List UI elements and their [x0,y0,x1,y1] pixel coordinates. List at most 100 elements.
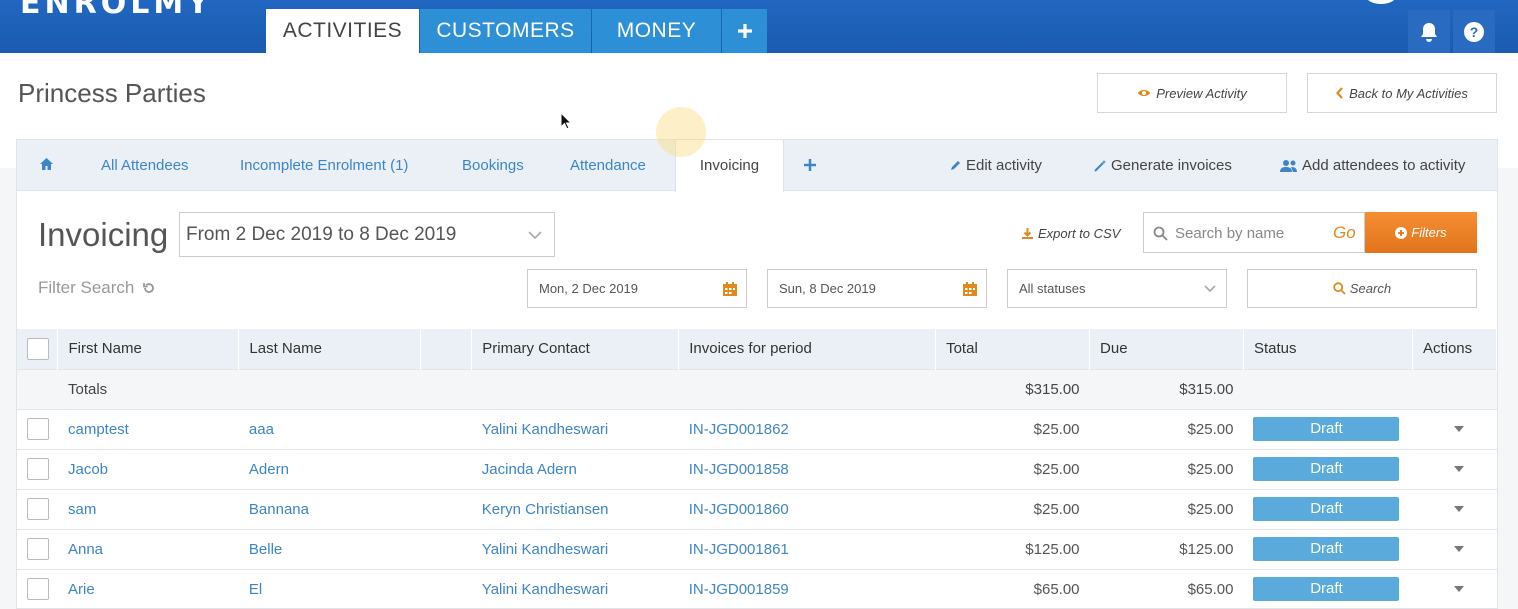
first-name-link[interactable]: Arie [57,568,239,609]
preview-activity-button[interactable]: Preview Activity [1097,73,1287,113]
enrolmy-logo[interactable]: ENROLMY [20,0,213,21]
invoice-link[interactable]: IN-JGD001861 [678,528,936,569]
filters-label: Filters [1411,225,1447,240]
row-actions-dropdown[interactable] [1412,568,1497,609]
calendar-icon [963,282,977,296]
go-button[interactable]: Go [1333,223,1356,243]
invoice-link[interactable]: IN-JGD001859 [678,568,936,609]
chevron-left-icon [1336,87,1343,99]
filter-search-label: Filter Search [38,278,135,297]
primary-contact-link[interactable]: Yalini Kandheswari [471,568,679,609]
status-badge: Draft [1253,417,1400,441]
column-header-actions: Actions [1412,329,1498,369]
primary-contact-link[interactable]: Yalini Kandheswari [471,528,679,569]
reset-icon[interactable] [142,281,156,295]
primary-contact-link[interactable]: Yalini Kandheswari [471,408,679,449]
status-badge: Draft [1253,457,1400,481]
select-all-checkbox[interactable] [27,337,49,360]
tab-home[interactable] [39,140,54,191]
column-header-status[interactable]: Status [1243,329,1413,369]
plus-icon [737,24,752,38]
first-name-link[interactable]: Jacob [57,448,239,489]
tab-all-attendees[interactable]: All Attendees [101,140,189,191]
users-icon [1280,159,1297,172]
column-header-invoices[interactable]: Invoices for period [678,329,937,369]
date-range-select[interactable]: From 2 Dec 2019 to 8 Dec 2019 [179,212,555,257]
notifications-button[interactable] [1408,10,1450,54]
column-header-due[interactable]: Due [1089,329,1244,369]
nav-tab-money[interactable]: MONEY [592,9,721,53]
search-icon [1153,226,1168,241]
plus-icon [804,159,816,171]
row-total: $65.00 [935,568,1090,609]
back-to-activities-button[interactable]: Back to My Activities [1307,73,1497,113]
chevron-down-icon [1454,586,1465,593]
row-checkbox[interactable] [27,538,49,560]
chevron-down-icon [1454,546,1465,552]
row-actions-dropdown[interactable] [1412,488,1497,529]
row-checkbox[interactable] [27,418,49,440]
tab-add-button[interactable] [803,140,817,191]
row-checkbox[interactable] [27,458,49,480]
totals-label: Totals [57,368,239,409]
user-avatar[interactable] [1366,0,1396,4]
edit-activity-label: Edit activity [966,156,1042,174]
add-attendees-link[interactable]: Add attendees to activity [1280,140,1465,191]
last-name-link[interactable]: aaa [238,408,421,449]
help-button[interactable]: ? [1453,10,1495,54]
filters-button[interactable]: Filters [1365,212,1477,253]
name-search-input[interactable]: Search by name Go [1143,212,1365,253]
last-name-link[interactable]: Bannana [238,488,421,529]
row-due: $125.00 [1089,528,1244,569]
mouse-cursor-icon [560,112,572,130]
last-name-link[interactable]: El [238,568,421,609]
generate-invoices-link[interactable]: Generate invoices [1093,140,1232,191]
row-actions-dropdown[interactable] [1412,408,1497,449]
edit-activity-link[interactable]: Edit activity [949,140,1042,191]
activity-panel: All Attendees Incomplete Enrolment (1) B… [16,139,1498,609]
start-date-input[interactable]: Mon, 2 Dec 2019 [527,269,747,308]
home-icon [40,158,53,170]
column-header-primary-contact[interactable]: Primary Contact [471,329,680,369]
filter-search-row: Filter Search [38,278,156,298]
nav-tab-activities[interactable]: ACTIVITIES [266,9,419,53]
row-checkbox[interactable] [27,578,49,601]
tab-attendance[interactable]: Attendance [570,140,646,191]
primary-contact-link[interactable]: Keryn Christiansen [471,488,679,529]
last-name-link[interactable]: Adern [238,448,421,489]
table-row: Jacob Adern Jacinda Adern IN-JGD001858 $… [17,448,1497,489]
search-icon [1333,282,1346,295]
tab-bookings[interactable]: Bookings [462,140,524,191]
magic-wand-icon [1094,159,1106,172]
search-button[interactable]: Search [1247,269,1477,308]
status-filter-select[interactable]: All statuses [1007,269,1227,308]
invoice-link[interactable]: IN-JGD001860 [678,488,936,529]
help-icon: ? [1464,22,1484,42]
invoicing-title: Invoicing [38,216,169,253]
row-actions-dropdown[interactable] [1412,448,1497,489]
row-due: $25.00 [1089,408,1244,449]
invoice-link[interactable]: IN-JGD001858 [678,448,936,489]
first-name-link[interactable]: camptest [57,408,239,449]
nav-add-button[interactable] [722,9,767,53]
tab-incomplete-enrolment[interactable]: Incomplete Enrolment (1) [240,140,408,191]
first-name-link[interactable]: Anna [57,528,239,569]
column-header-first-name[interactable]: First Name [57,329,240,369]
row-actions-dropdown[interactable] [1412,528,1497,569]
row-checkbox[interactable] [27,498,49,520]
row-total: $25.00 [935,488,1090,529]
status-badge: Draft [1253,497,1400,521]
end-date-input[interactable]: Sun, 8 Dec 2019 [767,269,987,308]
first-name-link[interactable]: sam [57,488,239,529]
invoices-table: First Name Last Name Primary Contact Inv… [17,329,1498,609]
primary-contact-link[interactable]: Jacinda Adern [471,448,679,489]
status-filter-value: All statuses [1019,281,1086,296]
column-header-total[interactable]: Total [935,329,1091,369]
row-due: $25.00 [1089,448,1244,489]
export-csv-link[interactable]: Export to CSV [1021,226,1120,241]
invoice-link[interactable]: IN-JGD001862 [678,408,936,449]
last-name-link[interactable]: Belle [238,528,421,569]
column-header-last-name[interactable]: Last Name [238,329,422,369]
start-date-value: Mon, 2 Dec 2019 [539,281,639,296]
nav-tab-customers[interactable]: CUSTOMERS [420,9,591,53]
